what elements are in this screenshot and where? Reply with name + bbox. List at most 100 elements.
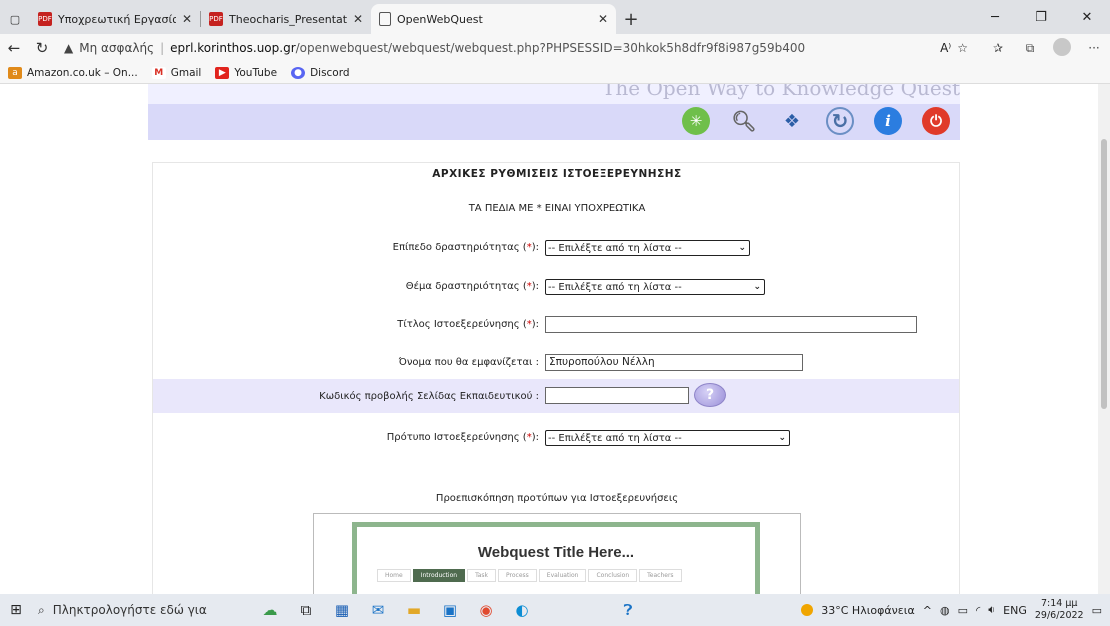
wifi-icon[interactable]: ◜ <box>976 604 980 617</box>
calculator-icon[interactable]: ▦ <box>324 601 360 619</box>
volume-icon[interactable]: 🔉︎ <box>988 603 995 617</box>
page-viewport: The Open Way to Knowledge Quest ✳ 🔍︎ ❖ ↻… <box>0 84 1098 594</box>
preview-nav-item: Teachers <box>639 569 682 582</box>
search-icon: ⌕ <box>38 602 45 617</box>
page-scrollbar[interactable] <box>1098 84 1110 594</box>
page-icon <box>379 12 391 26</box>
pdf-icon: PDF <box>38 12 52 26</box>
row-name: Όνομα που θα εμφανίζεται : Σπυροπούλου Ν… <box>153 348 959 378</box>
url-path: /openwebquest/webquest/webquest.php?PHPS… <box>295 41 806 55</box>
level-select[interactable]: -- Επιλέξτε από τη λίστα -- ⌄ <box>545 240 750 256</box>
book-icon[interactable]: ❖ <box>778 107 806 135</box>
weather-widget-icon[interactable]: ☁ <box>252 601 288 619</box>
address-divider: | <box>160 41 165 55</box>
power-icon[interactable]: ⏻ <box>922 107 950 135</box>
more-icon[interactable]: ··· <box>1078 41 1110 55</box>
collections-icon[interactable]: ⧉ <box>1014 41 1046 56</box>
tab-title: Υποχρεωτική Εργασία 2021_202 <box>58 12 176 26</box>
favorites-icon[interactable]: ✰ <box>982 41 1014 55</box>
discord-icon: ● <box>291 66 306 79</box>
close-tab-icon[interactable]: ✕ <box>353 12 363 26</box>
browser-tab-strip: ▢ PDF Υποχρεωτική Εργασία 2021_202 ✕ PDF… <box>0 0 1110 34</box>
info-icon[interactable]: i <box>874 107 902 135</box>
store-icon[interactable]: ▣ <box>432 601 468 619</box>
tab-openwebquest[interactable]: OpenWebQuest ✕ <box>371 4 616 34</box>
notifications-icon[interactable]: ▭ <box>1092 604 1102 617</box>
bookmark-youtube[interactable]: ▶ YouTube <box>215 66 278 79</box>
title-label: Τίτλος Ιστοεξερεύνησης (*): <box>397 319 539 330</box>
settings-panel: ΑΡΧΙΚΕΣ ΡΥΘΜΙΣΕΙΣ ΙΣΤΟΕΞΕΡΕΥΝΗΣΗΣ ΤΑ ΠΕΔ… <box>152 162 960 594</box>
tab-pdf-2[interactable]: PDF Theocharis_Presentation_10_5.pd ✕ <box>201 4 371 34</box>
preview-inner: Webquest Title Here... Home Introduction… <box>357 527 755 594</box>
required-note: ΤΑ ΠΕΔΙΑ ΜΕ * ΕΙΝΑΙ ΥΠΟΧΡΕΩΤΙΚΑ <box>468 203 646 214</box>
topic-select-value: -- Επιλέξτε από τη λίστα -- <box>548 281 682 293</box>
weather-text[interactable]: 33°C Ηλιοφάνεια <box>821 604 914 617</box>
search-icon[interactable]: 🔍︎ <box>730 107 758 135</box>
taskbar-search[interactable]: ⌕ Πληκτρολογήστε εδώ για <box>32 594 252 626</box>
close-tab-icon[interactable]: ✕ <box>598 12 608 26</box>
close-tab-icon[interactable]: ✕ <box>182 12 192 26</box>
language-indicator[interactable]: ENG <box>1003 604 1027 617</box>
network-icon[interactable]: ◍ <box>940 604 950 617</box>
topic-label: Θέμα δραστηριότητας (*): <box>405 281 539 292</box>
bookmark-gmail[interactable]: M Gmail <box>151 66 201 79</box>
preview-heading: Webquest Title Here... <box>477 544 635 561</box>
task-view-icon[interactable]: ⧉ <box>288 601 324 619</box>
chevron-down-icon: ⌄ <box>778 433 786 443</box>
mail-icon[interactable]: ✉ <box>360 601 396 619</box>
clock-date: 29/6/2022 <box>1034 610 1084 621</box>
scrollbar-thumb[interactable] <box>1101 139 1107 409</box>
toolbar-banner: ✳ 🔍︎ ❖ ↻ i ⏻ <box>148 104 960 140</box>
windows-start-icon[interactable]: ⊞ <box>0 602 32 618</box>
restore-icon[interactable]: ❐ <box>1018 10 1064 25</box>
code-input[interactable] <box>545 387 689 404</box>
warning-icon[interactable]: ▲ <box>64 41 73 55</box>
address-bar[interactable]: ▲ Μη ασφαλής | eprl.korinthos.uop.gr/ope… <box>56 36 976 60</box>
window-controls: ─ ❐ ✕ <box>972 0 1110 34</box>
chevron-up-icon[interactable]: ^ <box>923 604 932 617</box>
slogan: The Open Way to Knowledge Quest <box>602 84 960 100</box>
tab-title: OpenWebQuest <box>397 12 483 26</box>
file-explorer-icon[interactable]: ▬ <box>396 601 432 619</box>
tab-pdf-1[interactable]: PDF Υποχρεωτική Εργασία 2021_202 ✕ <box>30 4 200 34</box>
new-icon[interactable]: ✳ <box>682 107 710 135</box>
header-banner: The Open Way to Knowledge Quest <box>148 84 960 104</box>
title-input[interactable] <box>545 316 917 333</box>
template-select[interactable]: -- Επιλέξτε από τη λίστα -- ⌄ <box>545 430 790 446</box>
tab-actions-icon[interactable]: ▢ <box>0 4 30 34</box>
topic-select[interactable]: -- Επιλέξτε από τη λίστα -- ⌄ <box>545 279 765 295</box>
help-app-icon[interactable]: ❓︎ <box>610 601 646 619</box>
battery-icon[interactable]: ▭ <box>958 604 968 617</box>
profile-avatar[interactable] <box>1046 37 1078 59</box>
back-icon[interactable]: ← <box>0 39 28 57</box>
preview-nav-item: Conclusion <box>588 569 638 582</box>
preview-title: Προεπισκόπηση προτύπων για Ιστοεξερευνήσ… <box>435 493 679 504</box>
read-aloud-icon[interactable]: A⁾ <box>940 41 951 55</box>
preview-nav-item: Process <box>498 569 537 582</box>
bookmark-amazon[interactable]: a Amazon.co.uk – On... <box>8 66 138 79</box>
preview-nav-item: Task <box>467 569 497 582</box>
row-topic: Θέμα δραστηριότητας (*): -- Επιλέξτε από… <box>153 272 959 302</box>
toolbar-icons: ✳ 🔍︎ ❖ ↻ i ⏻ <box>682 107 950 135</box>
new-tab-button[interactable]: + <box>616 4 646 34</box>
bookmark-label: Amazon.co.uk – On... <box>27 66 138 79</box>
bookmark-label: YouTube <box>234 66 278 79</box>
refresh-icon[interactable]: ↻ <box>826 107 854 135</box>
preview-nav-item: Home <box>377 569 411 582</box>
reload-icon[interactable]: ↻ <box>28 39 56 57</box>
name-input[interactable]: Σπυροπούλου Νέλλη <box>545 354 803 371</box>
page-title: ΑΡΧΙΚΕΣ ΡΥΘΜΙΣΕΙΣ ΙΣΤΟΕΞΕΡΕΥΝΗΣΗΣ <box>432 168 682 180</box>
url-host: eprl.korinthos.uop.gr <box>170 41 296 55</box>
help-icon[interactable]: ? <box>694 383 726 407</box>
edge-icon[interactable]: ◐ <box>504 601 540 619</box>
close-window-icon[interactable]: ✕ <box>1064 10 1110 25</box>
chrome-icon[interactable]: ◉ <box>468 601 504 619</box>
favorite-icon[interactable]: ☆ <box>957 41 968 55</box>
code-label: Κωδικός προβολής Σελίδας Εκπαιδευτικού : <box>319 391 539 402</box>
sun-icon <box>801 604 814 616</box>
clock[interactable]: 7:14 μμ 29/6/2022 <box>1035 598 1084 622</box>
bookmark-discord[interactable]: ● Discord <box>291 66 350 79</box>
minimize-icon[interactable]: ─ <box>972 10 1018 25</box>
pdf-icon: PDF <box>209 12 223 26</box>
bookmark-label: Discord <box>310 66 350 79</box>
